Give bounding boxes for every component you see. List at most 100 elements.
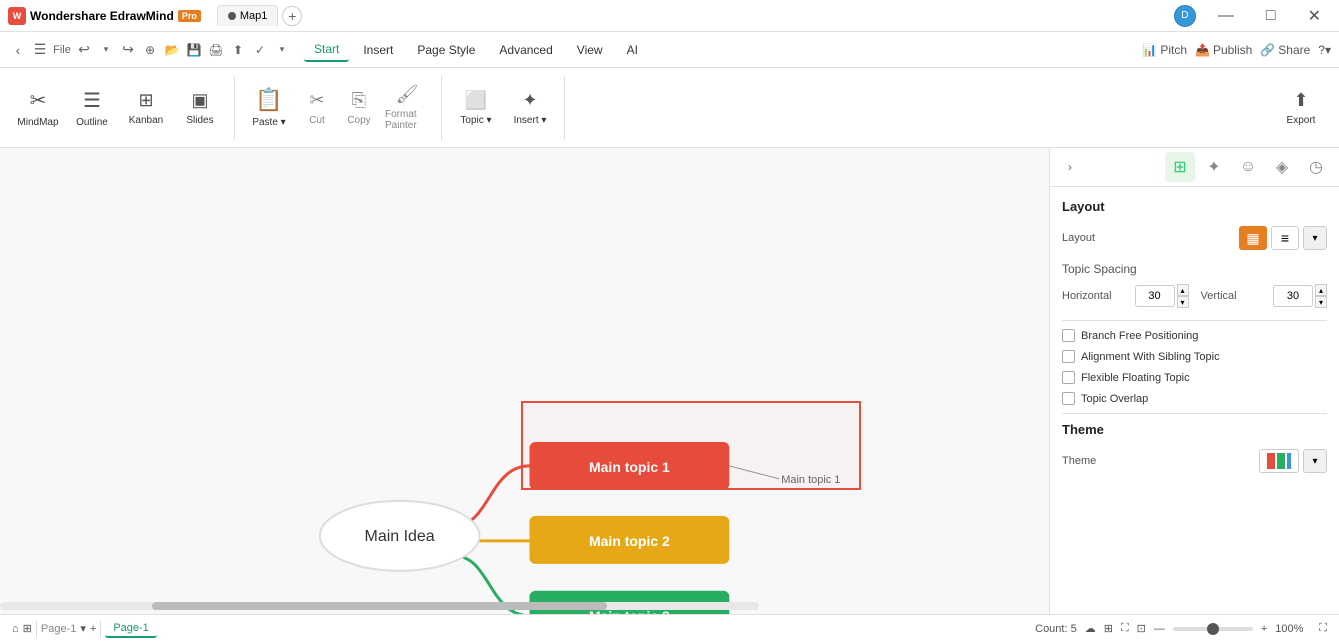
app-tab-map[interactable]: Map1 bbox=[217, 5, 279, 26]
list-layout-button[interactable]: ≡ bbox=[1271, 226, 1299, 250]
add-page-button[interactable]: + bbox=[90, 623, 96, 635]
titlebar: W Wondershare EdrawMind Pro Map1 + D — □… bbox=[0, 0, 1339, 32]
layout-dropdown[interactable]: ▾ bbox=[1303, 226, 1327, 250]
new-button[interactable]: ⊕ bbox=[140, 40, 160, 60]
topic-overlap-label: Topic Overlap bbox=[1081, 393, 1148, 405]
copy-button[interactable]: ⎘ Copy bbox=[339, 76, 379, 140]
menu-start[interactable]: Start bbox=[304, 38, 349, 62]
cut-icon: ✂ bbox=[309, 90, 324, 111]
flexible-floating-label: Flexible Floating Topic bbox=[1081, 372, 1190, 384]
status-icon-home[interactable]: ⌂ bbox=[12, 623, 19, 635]
canvas-area[interactable]: Main Idea Main topic 1 Main topic 1 Main… bbox=[0, 148, 1049, 614]
statusbar: ⌂ ⊞ Page-1 ▾ + Page-1 Count: 5 ☁ ⊞ ⛶ ⊡ —… bbox=[0, 614, 1339, 642]
file-menu[interactable]: File bbox=[52, 40, 72, 60]
nav-back-button[interactable]: ‹ bbox=[8, 40, 28, 60]
publish-button[interactable]: 📤 Publish bbox=[1195, 43, 1252, 57]
vertical-spinner: ▴ ▾ bbox=[1315, 284, 1327, 308]
fullscreen-button[interactable]: ⛶ bbox=[1319, 622, 1327, 635]
status-icon-grid[interactable]: ⊞ bbox=[23, 622, 32, 635]
horizontal-scrollbar[interactable] bbox=[0, 602, 759, 610]
panel-collapse-button[interactable]: › bbox=[1058, 155, 1082, 179]
zoom-minus[interactable]: — bbox=[1154, 623, 1165, 635]
more-button[interactable]: ▾ bbox=[272, 40, 292, 60]
minimize-button[interactable]: — bbox=[1208, 7, 1244, 25]
theme-dropdown[interactable]: ▾ bbox=[1303, 449, 1327, 473]
maximize-button[interactable]: □ bbox=[1256, 7, 1286, 25]
branch-free-checkbox[interactable] bbox=[1062, 329, 1075, 342]
vertical-label: Vertical bbox=[1201, 290, 1274, 302]
alignment-sibling-checkbox[interactable] bbox=[1062, 350, 1075, 363]
vertical-up[interactable]: ▴ bbox=[1315, 284, 1327, 296]
vertical-down[interactable]: ▾ bbox=[1315, 296, 1327, 308]
menu-ai[interactable]: AI bbox=[617, 39, 648, 61]
layout-label: Layout bbox=[1062, 232, 1239, 244]
open-button[interactable]: 📂 bbox=[162, 40, 182, 60]
export-menu[interactable]: ⬆ bbox=[228, 40, 248, 60]
layout-control: ▦ ≡ ▾ bbox=[1239, 226, 1327, 250]
layout-tab[interactable]: ⊞ bbox=[1165, 152, 1195, 182]
page-tab-active[interactable]: Page-1 bbox=[105, 620, 156, 638]
menu-insert[interactable]: Insert bbox=[353, 39, 403, 61]
close-button[interactable]: ✕ bbox=[1298, 6, 1331, 26]
flexible-floating-checkbox[interactable] bbox=[1062, 371, 1075, 384]
mindmap-label: MindMap bbox=[17, 117, 58, 128]
share-button[interactable]: 🔗 Share bbox=[1260, 43, 1310, 57]
kanban-button[interactable]: ⊞ Kanban bbox=[120, 76, 172, 140]
new-tab-button[interactable]: + bbox=[282, 6, 302, 26]
review-button[interactable]: ✓ bbox=[250, 40, 270, 60]
vertical-input[interactable]: 30 bbox=[1273, 285, 1313, 307]
export-button[interactable]: ⬆ Export bbox=[1275, 76, 1327, 140]
format-painter-button[interactable]: 🖌 Format Painter bbox=[381, 76, 433, 140]
menu-page-style[interactable]: Page Style bbox=[407, 39, 485, 61]
grid-layout-button[interactable]: ▦ bbox=[1239, 226, 1267, 250]
status-icon-fit[interactable]: ⊡ bbox=[1137, 622, 1146, 635]
topic-spacing-label: Topic Spacing bbox=[1062, 262, 1327, 276]
export-icon: ⬆ bbox=[1293, 90, 1308, 111]
copy-label: Copy bbox=[347, 115, 370, 126]
cut-button[interactable]: ✂ Cut bbox=[297, 76, 337, 140]
undo-dropdown[interactable]: ▾ bbox=[96, 40, 116, 60]
topic-overlap-checkbox[interactable] bbox=[1062, 392, 1075, 405]
pitch-button[interactable]: 📊 Pitch bbox=[1142, 43, 1187, 57]
horizontal-down[interactable]: ▾ bbox=[1177, 296, 1189, 308]
user-avatar[interactable]: D bbox=[1174, 5, 1196, 27]
horizontal-input[interactable]: 30 bbox=[1135, 285, 1175, 307]
print-button[interactable]: 🖨 bbox=[206, 40, 226, 60]
ai-tab[interactable]: ✦ bbox=[1199, 152, 1229, 182]
paste-button[interactable]: 📋 Paste ▾ bbox=[243, 76, 295, 140]
tab-label: Map1 bbox=[240, 10, 268, 22]
emoji-tab[interactable]: ☺ bbox=[1233, 152, 1263, 182]
topic-button[interactable]: ⬜ Topic ▾ bbox=[450, 76, 502, 140]
redo-button[interactable]: ↪ bbox=[118, 40, 138, 60]
status-icon-layout[interactable]: ⊞ bbox=[1104, 622, 1113, 635]
theme-preview[interactable] bbox=[1259, 449, 1299, 473]
page-name-dropdown[interactable]: ▾ bbox=[80, 622, 86, 635]
menu-toggle[interactable]: ☰ bbox=[30, 40, 50, 60]
status-icon-cloud[interactable]: ☁ bbox=[1085, 622, 1096, 635]
menu-advanced[interactable]: Advanced bbox=[489, 39, 562, 61]
theme-swatch-blue bbox=[1287, 453, 1291, 469]
topic-group: ⬜ Topic ▾ ✦ Insert ▾ bbox=[450, 76, 565, 140]
theme-swatch-red bbox=[1267, 453, 1275, 469]
topic-icon: ⬜ bbox=[465, 90, 487, 111]
undo-button[interactable]: ↩ bbox=[74, 40, 94, 60]
outline-button[interactable]: ☰ Outline bbox=[66, 76, 118, 140]
mindmap-button[interactable]: ✂ MindMap bbox=[12, 76, 64, 140]
pitch-label: Pitch bbox=[1160, 43, 1187, 57]
horizontal-up[interactable]: ▴ bbox=[1177, 284, 1189, 296]
alignment-sibling-label: Alignment With Sibling Topic bbox=[1081, 351, 1220, 363]
app-name: Wondershare EdrawMind bbox=[30, 9, 174, 23]
style-tab[interactable]: ◈ bbox=[1267, 152, 1297, 182]
insert-button[interactable]: ✦ Insert ▾ bbox=[504, 76, 556, 140]
slides-button[interactable]: ▣ Slides bbox=[174, 76, 226, 140]
history-tab[interactable]: ◷ bbox=[1301, 152, 1331, 182]
help-button[interactable]: ?▾ bbox=[1318, 43, 1331, 57]
status-icon-expand[interactable]: ⛶ bbox=[1121, 622, 1129, 635]
menu-view[interactable]: View bbox=[567, 39, 613, 61]
zoom-plus[interactable]: + bbox=[1261, 623, 1267, 635]
theme-row: Theme ▾ bbox=[1062, 449, 1327, 473]
divider-1 bbox=[1062, 320, 1327, 321]
zoom-slider[interactable] bbox=[1173, 627, 1253, 631]
zoom-level[interactable]: 100% bbox=[1275, 623, 1311, 635]
save-button[interactable]: 💾 bbox=[184, 40, 204, 60]
